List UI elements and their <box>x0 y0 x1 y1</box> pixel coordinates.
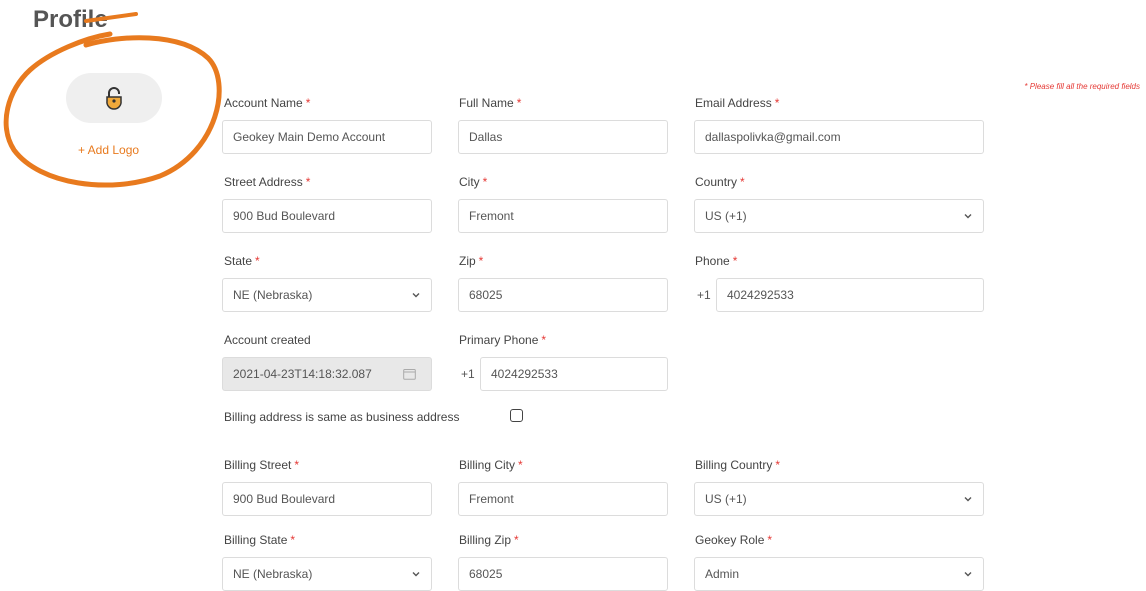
state-select[interactable]: NE (Nebraska) <box>222 278 432 312</box>
geokey-role-label: Geokey Role * <box>695 533 773 547</box>
required-fields-note: * Please fill all the required fields <box>1024 82 1140 91</box>
chevron-down-icon <box>964 497 972 502</box>
billing-state-label: Billing State * <box>224 533 296 547</box>
city-input[interactable]: Fremont <box>458 199 668 233</box>
street-address-input[interactable]: 900 Bud Boulevard <box>222 199 432 233</box>
email-input[interactable]: dallaspolivka@gmail.com <box>694 120 984 154</box>
state-label: State * <box>224 254 260 268</box>
billing-same-checkbox[interactable] <box>510 409 523 422</box>
zip-label: Zip * <box>459 254 484 268</box>
billing-country-select[interactable]: US (+1) <box>694 482 984 516</box>
country-select[interactable]: US (+1) <box>694 199 984 233</box>
primary-phone-input[interactable]: 4024292533 <box>480 357 668 391</box>
billing-city-input[interactable]: Fremont <box>458 482 668 516</box>
phone-input[interactable]: 4024292533 <box>716 278 984 312</box>
chevron-down-icon <box>964 214 972 219</box>
billing-street-input[interactable]: 900 Bud Boulevard <box>222 482 432 516</box>
country-label: Country * <box>695 175 745 189</box>
primary-phone-label: Primary Phone * <box>459 333 547 347</box>
billing-same-label: Billing address is same as business addr… <box>224 410 460 424</box>
account-created-input: 2021-04-23T14:18:32.087 <box>222 357 432 391</box>
billing-zip-label: Billing Zip * <box>459 533 519 547</box>
account-created-label: Account created <box>224 333 311 347</box>
billing-country-label: Billing Country * <box>695 458 781 472</box>
lock-icon <box>106 87 122 110</box>
add-logo-link[interactable]: + Add Logo <box>78 143 139 157</box>
billing-street-label: Billing Street * <box>224 458 300 472</box>
account-name-label: Account Name * <box>224 96 311 110</box>
calendar-icon <box>403 369 416 380</box>
primary-phone-country-code: +1 <box>461 367 475 381</box>
zip-input[interactable]: 68025 <box>458 278 668 312</box>
full-name-input[interactable]: Dallas <box>458 120 668 154</box>
email-label: Email Address * <box>695 96 780 110</box>
chevron-down-icon <box>412 293 420 298</box>
chevron-down-icon <box>964 572 972 577</box>
street-address-label: Street Address * <box>224 175 311 189</box>
billing-city-label: Billing City * <box>459 458 523 472</box>
account-name-input[interactable]: Geokey Main Demo Account <box>222 120 432 154</box>
chevron-down-icon <box>412 572 420 577</box>
logo-placeholder[interactable] <box>66 73 162 123</box>
phone-label: Phone * <box>695 254 738 268</box>
page-title: Profile <box>33 6 108 33</box>
full-name-label: Full Name * <box>459 96 522 110</box>
phone-country-code: +1 <box>697 288 711 302</box>
city-label: City * <box>459 175 488 189</box>
